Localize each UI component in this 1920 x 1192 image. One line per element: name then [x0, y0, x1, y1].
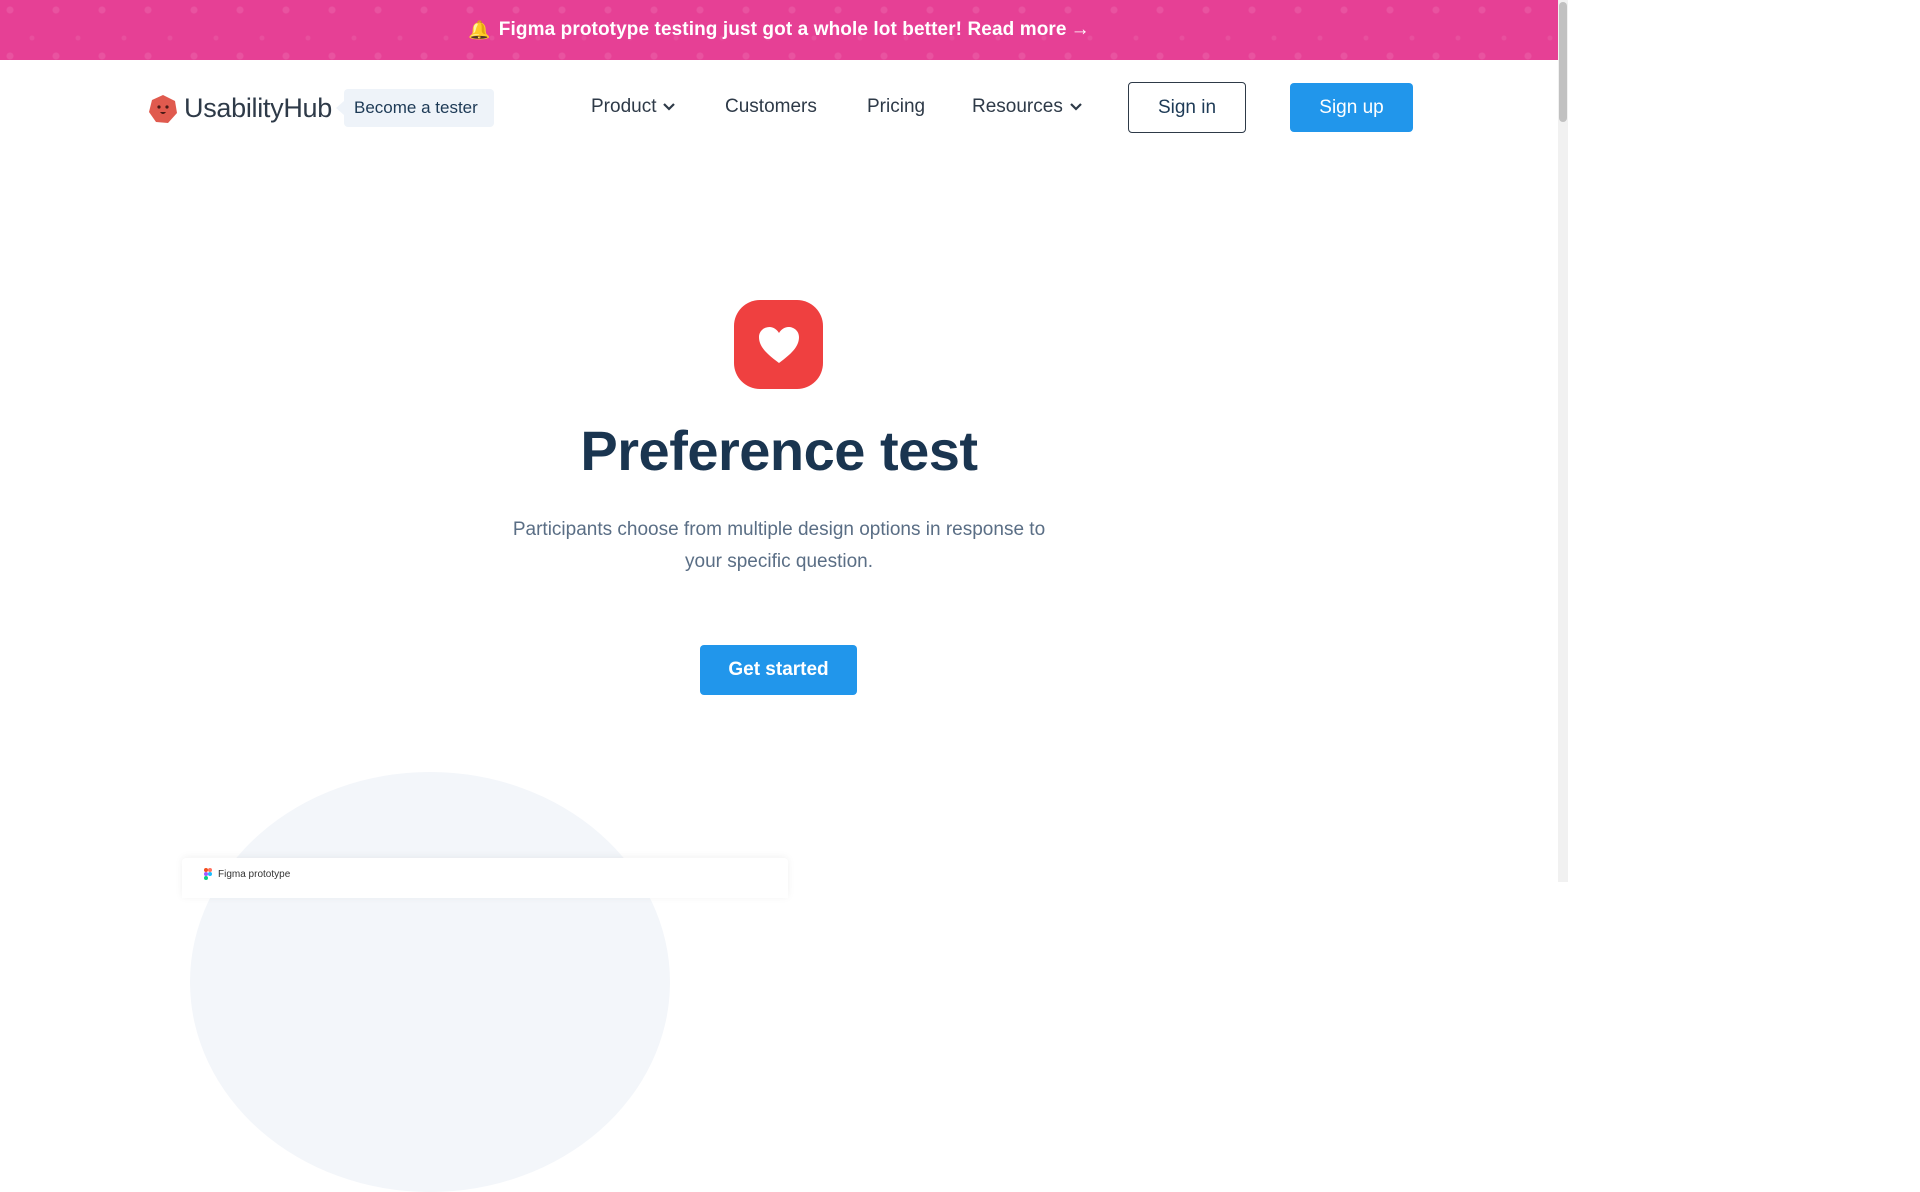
- page-subtitle: Participants choose from multiple design…: [512, 519, 1046, 572]
- chevron-down-icon: [663, 103, 676, 111]
- sign-up-button[interactable]: Sign up: [1290, 83, 1413, 132]
- get-started-button[interactable]: Get started: [700, 645, 857, 695]
- sign-in-button[interactable]: Sign in: [1128, 82, 1246, 133]
- nav-resources-label: Resources: [972, 96, 1063, 117]
- announcement-banner[interactable]: 🔔 Figma prototype testing just got a who…: [0, 0, 1558, 60]
- arrow-right-icon: →: [1070, 19, 1090, 40]
- heart-icon: [758, 326, 799, 363]
- page-scrollbar[interactable]: [1558, 0, 1568, 882]
- preference-test-icon: [734, 300, 823, 389]
- figma-icon: [204, 868, 212, 880]
- logo-mascot-icon: [149, 94, 177, 123]
- preview-tab[interactable]: Figma prototype: [204, 868, 290, 880]
- become-tester-link[interactable]: Become a tester: [336, 89, 494, 127]
- chevron-down-icon: [1070, 103, 1082, 111]
- nav-customers-label: Customers: [725, 96, 817, 117]
- nav-pricing[interactable]: Pricing: [867, 96, 925, 118]
- page-title: Preference test: [580, 419, 978, 482]
- nav-product[interactable]: Product: [591, 96, 676, 118]
- background-blob: [190, 772, 670, 1192]
- logo-wordmark: UsabilityHub: [184, 93, 332, 123]
- prototype-preview-card: Figma prototype: [182, 858, 788, 898]
- logo[interactable]: UsabilityHub: [148, 93, 332, 124]
- nav-resources[interactable]: Resources: [972, 96, 1083, 118]
- site-header: UsabilityHub Become a tester Product Cus…: [0, 60, 1558, 156]
- bell-icon: 🔔: [468, 19, 491, 40]
- nav-pricing-label: Pricing: [867, 96, 926, 117]
- nav-product-label: Product: [591, 96, 657, 117]
- nav-customers[interactable]: Customers: [725, 96, 817, 118]
- announcement-text[interactable]: Figma prototype testing just got a whole…: [499, 19, 1067, 41]
- scrollbar-thumb[interactable]: [1559, 2, 1567, 122]
- preview-tab-label: Figma prototype: [218, 868, 291, 880]
